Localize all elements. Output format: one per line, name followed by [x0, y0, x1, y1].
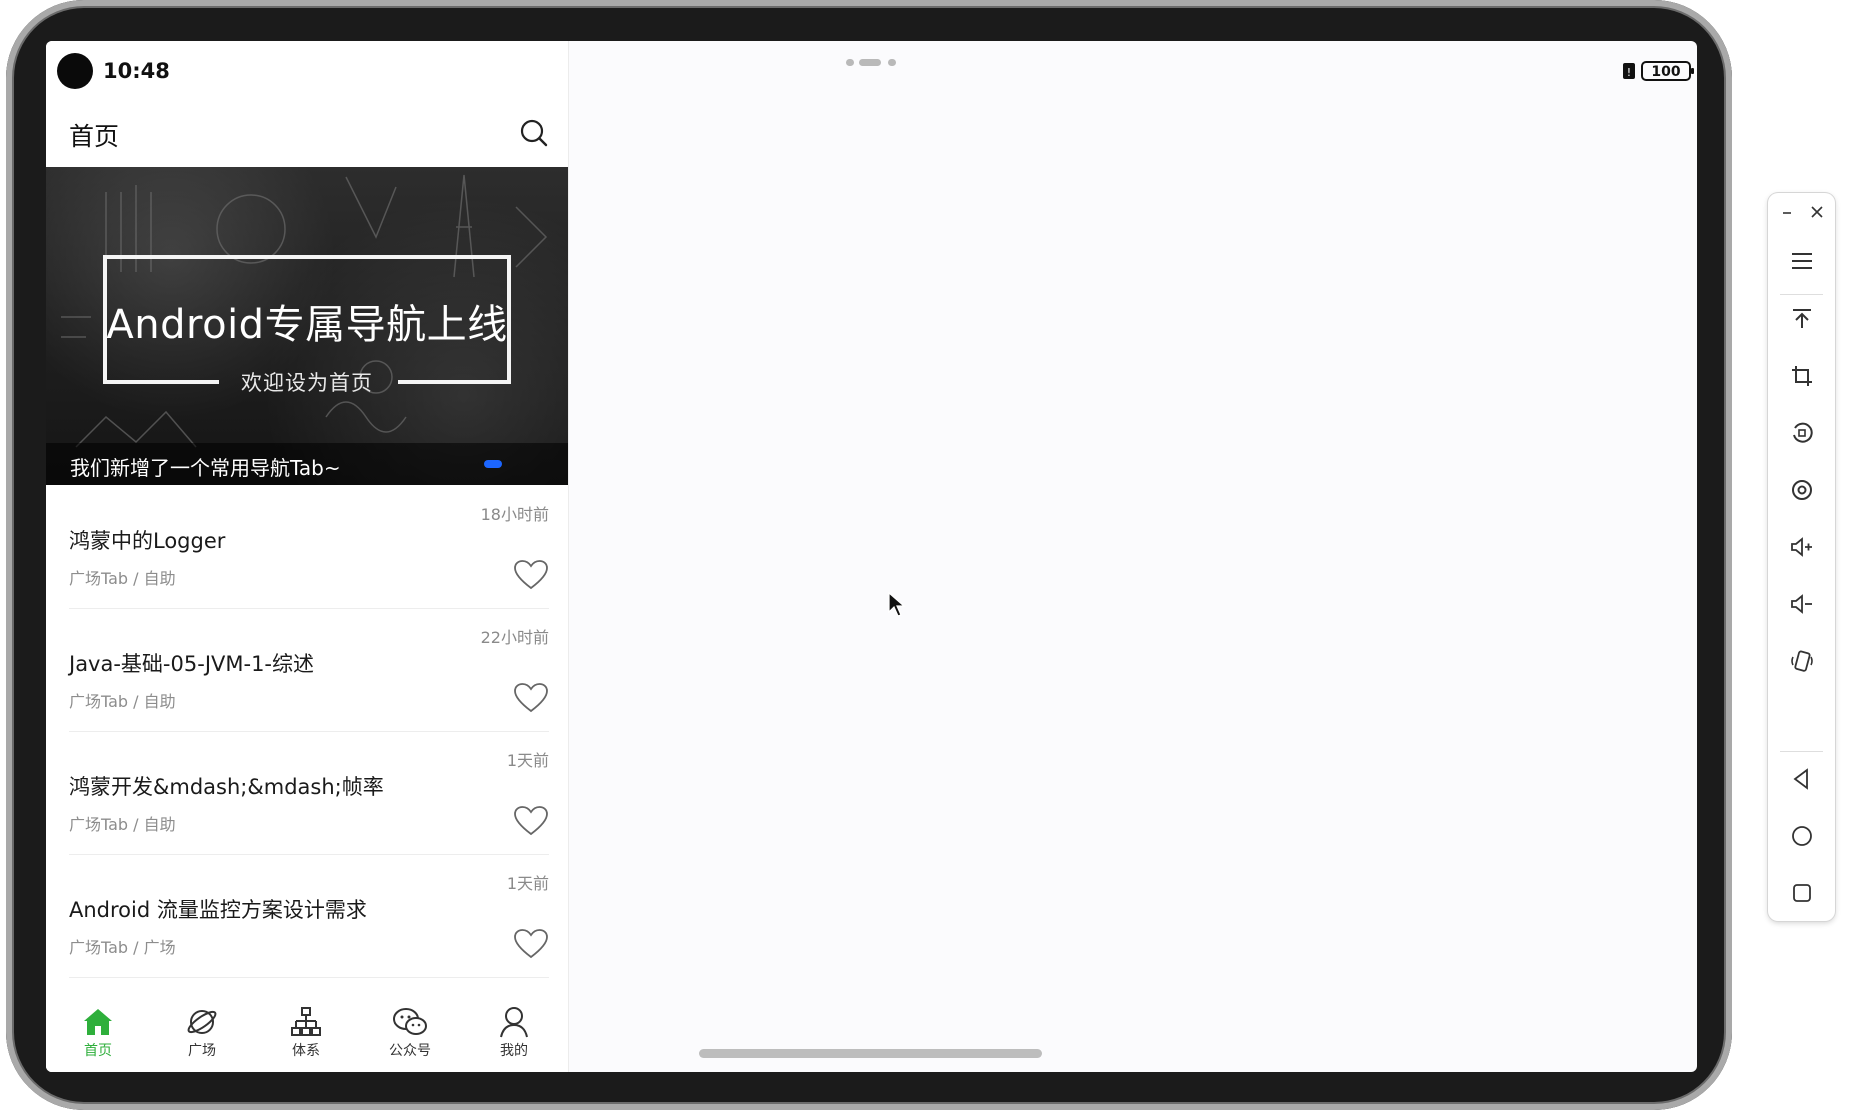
nav-label: 广场	[188, 1043, 216, 1059]
heart-icon	[514, 929, 548, 959]
article-category: 广场Tab / 自助	[69, 692, 176, 711]
like-button[interactable]	[513, 805, 549, 837]
emulator-toolbar	[1768, 193, 1835, 921]
pin-top-icon	[1793, 309, 1811, 328]
toolbar-divider	[1780, 294, 1823, 295]
like-button[interactable]	[513, 928, 549, 960]
menu-button[interactable]	[1780, 239, 1824, 283]
volume-up-icon	[1791, 537, 1812, 557]
toolbar-divider	[1780, 751, 1823, 752]
article-title[interactable]: 鸿蒙开发&mdash;&mdash;帧率	[69, 771, 384, 801]
wechat-icon	[393, 1008, 427, 1035]
article-time: 18小时前	[480, 505, 549, 524]
battery-icon: ! 100	[1623, 61, 1694, 81]
search-button[interactable]	[518, 117, 550, 149]
svg-text:!: !	[1627, 66, 1631, 79]
minimize-icon	[1783, 212, 1791, 214]
screenshot-button[interactable]	[1780, 468, 1824, 512]
volume-up-button[interactable]	[1780, 525, 1824, 569]
back-icon	[1793, 768, 1808, 790]
app-pane: 10:48 首页 Android专属导航上线 欢迎设为首页 我们新增了一个常用导…	[46, 41, 569, 1072]
home-icon	[84, 1009, 112, 1035]
close-button[interactable]	[1802, 197, 1832, 227]
minimize-button[interactable]	[1772, 197, 1802, 227]
rotate-icon	[1793, 422, 1813, 443]
nav-label: 公众号	[389, 1043, 431, 1059]
status-time: 10:48	[103, 59, 170, 83]
battery-level: 100	[1651, 64, 1680, 80]
recents-button[interactable]	[1780, 871, 1824, 915]
nav-tab-home[interactable]: 首页	[58, 1006, 138, 1066]
device-screen: 10:48 首页 Android专属导航上线 欢迎设为首页 我们新增了一个常用导…	[46, 41, 1697, 1072]
article-title[interactable]: Android 流量监控方案设计需求	[69, 894, 367, 924]
back-button[interactable]	[1780, 757, 1824, 801]
article-category: 广场Tab / 广场	[69, 938, 176, 957]
list-item[interactable]: 1天前 Android 流量监控方案设计需求 广场Tab / 广场	[69, 854, 549, 978]
nav-label: 首页	[84, 1043, 112, 1059]
article-category: 广场Tab / 自助	[69, 569, 176, 588]
nav-tab-system[interactable]: 体系	[266, 1006, 346, 1066]
banner-caption: 我们新增了一个常用导航Tab~	[70, 456, 341, 480]
nav-tab-square[interactable]: 广场	[162, 1006, 242, 1066]
shake-icon	[1791, 650, 1813, 672]
heart-icon	[514, 683, 548, 713]
planet-icon	[187, 1010, 217, 1034]
heart-icon	[514, 560, 548, 590]
page-title: 首页	[69, 122, 120, 151]
article-title[interactable]: 鸿蒙中的Logger	[69, 525, 225, 555]
article-time: 1天前	[506, 751, 549, 770]
banner-caption-bar: 我们新增了一个常用导航Tab~	[46, 443, 568, 485]
tree-icon	[291, 1007, 321, 1036]
article-list[interactable]: 18小时前 鸿蒙中的Logger 广场Tab / 自助 22小时前 Java-基…	[46, 485, 568, 991]
person-icon	[500, 1007, 528, 1038]
mouse-cursor-icon	[888, 592, 906, 617]
crop-button[interactable]	[1780, 354, 1824, 398]
pin-on-top-button[interactable]	[1780, 297, 1824, 341]
banner-indicator-dot[interactable]	[484, 460, 502, 468]
nav-label: 体系	[292, 1043, 320, 1059]
article-time: 1天前	[506, 874, 549, 893]
home-indicator-bar[interactable]	[699, 1049, 1042, 1058]
shake-button[interactable]	[1780, 639, 1824, 683]
volume-down-button[interactable]	[1780, 582, 1824, 626]
front-camera	[57, 53, 93, 89]
article-category: 广场Tab / 自助	[69, 815, 176, 834]
like-button[interactable]	[513, 559, 549, 591]
article-time: 22小时前	[480, 628, 549, 647]
heart-icon	[514, 806, 548, 836]
tablet-frame: 10:48 首页 Android专属导航上线 欢迎设为首页 我们新增了一个常用导…	[6, 0, 1732, 1110]
banner-subheading: 欢迎设为首页	[241, 371, 373, 395]
nav-tab-mine[interactable]: 我的	[474, 1006, 554, 1066]
list-item[interactable]: 22小时前 Java-基础-05-JVM-1-综述 广场Tab / 自助	[69, 608, 549, 732]
banner-carousel[interactable]: Android专属导航上线 欢迎设为首页 我们新增了一个常用导航Tab~	[46, 167, 568, 485]
rotate-button[interactable]	[1780, 411, 1824, 455]
nav-label: 我的	[500, 1043, 528, 1059]
list-item[interactable]: 18小时前 鸿蒙中的Logger 广场Tab / 自助	[69, 485, 549, 609]
home-button[interactable]	[1780, 814, 1824, 858]
nav-tab-official-accounts[interactable]: 公众号	[370, 1006, 450, 1066]
screenshot-icon	[1792, 480, 1812, 500]
volume-down-icon	[1791, 594, 1812, 614]
article-title[interactable]: Java-基础-05-JVM-1-综述	[69, 648, 314, 678]
home-icon	[1792, 826, 1812, 846]
close-icon	[1811, 206, 1823, 218]
bottom-navigation: 首页 广场 体系 公众号 我的	[46, 991, 568, 1072]
search-icon	[520, 119, 548, 147]
list-item[interactable]: 1天前 鸿蒙开发&mdash;&mdash;帧率 广场Tab / 自助	[69, 731, 549, 855]
like-button[interactable]	[513, 682, 549, 714]
crop-icon	[1792, 366, 1812, 386]
recents-icon	[1793, 884, 1811, 902]
banner-heading: Android专属导航上线	[106, 302, 508, 348]
menu-icon	[1792, 253, 1812, 269]
